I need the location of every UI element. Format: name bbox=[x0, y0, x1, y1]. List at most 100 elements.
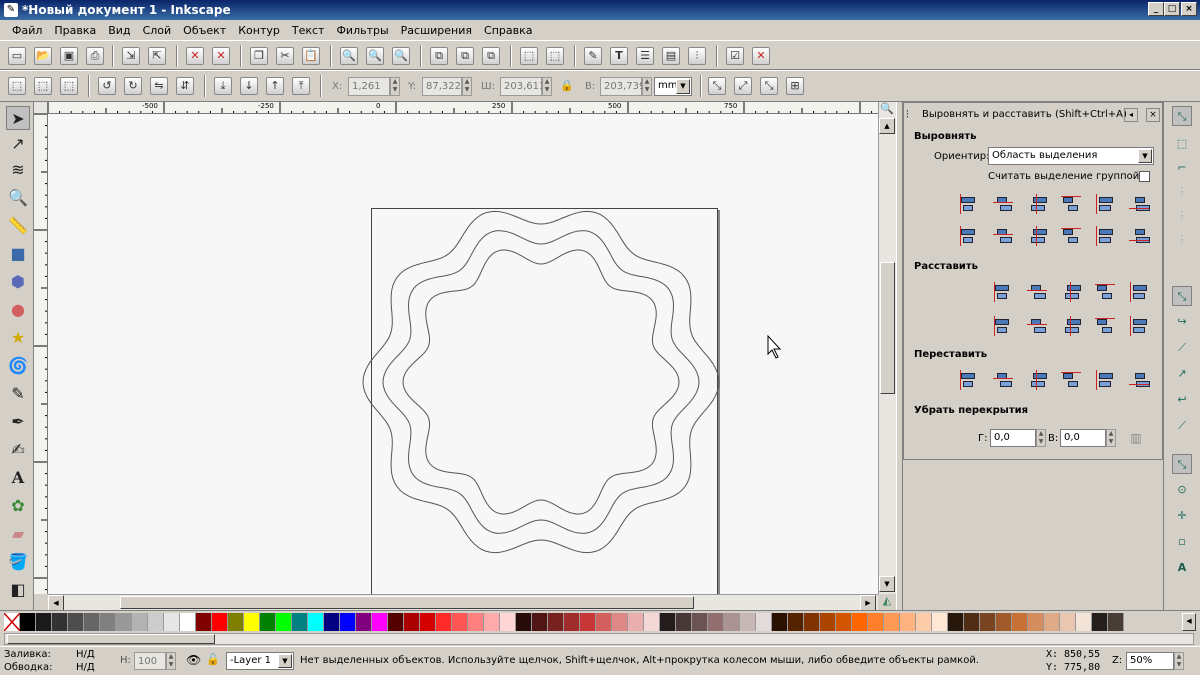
star-tool-icon[interactable]: ★ bbox=[6, 326, 30, 350]
eraser-tool-icon[interactable]: ▰ bbox=[6, 522, 30, 546]
distribute-1-icon[interactable] bbox=[990, 279, 1014, 303]
zoom-tool-icon[interactable]: 🔍 bbox=[6, 186, 30, 210]
horizontal-scrollbar[interactable]: ◀ ▶ bbox=[48, 594, 878, 611]
h-gap-spin[interactable]: ▲ ▼ bbox=[1036, 429, 1046, 447]
snap-midpoint-icon[interactable]: ⟋ bbox=[1172, 416, 1192, 436]
color-swatch[interactable] bbox=[196, 613, 212, 631]
drawing-canvas[interactable] bbox=[48, 114, 878, 594]
rearrange-6-icon[interactable] bbox=[1126, 367, 1150, 391]
rearrange-4-icon[interactable] bbox=[1058, 367, 1082, 391]
rotate-cw-icon[interactable]: ↻ bbox=[124, 77, 142, 95]
align-vertical-3-icon[interactable] bbox=[1024, 223, 1048, 247]
color-swatch[interactable] bbox=[1044, 613, 1060, 631]
x-spin-arrows[interactable]: ▲ ▼ bbox=[390, 77, 400, 96]
wavy-circle-path[interactable] bbox=[382, 230, 700, 534]
distribute-vertical-1-icon[interactable] bbox=[990, 313, 1014, 337]
color-manage-icon[interactable]: ◭ bbox=[878, 594, 896, 610]
color-swatch[interactable] bbox=[132, 613, 148, 631]
color-swatch[interactable] bbox=[804, 613, 820, 631]
color-swatch[interactable] bbox=[100, 613, 116, 631]
align-2-icon[interactable] bbox=[990, 191, 1014, 215]
color-swatch[interactable] bbox=[964, 613, 980, 631]
distribute-2-icon[interactable] bbox=[1024, 279, 1048, 303]
color-swatch[interactable] bbox=[564, 613, 580, 631]
color-swatch[interactable] bbox=[740, 613, 756, 631]
color-swatch[interactable] bbox=[724, 613, 740, 631]
color-swatch[interactable] bbox=[484, 613, 500, 631]
color-swatch[interactable] bbox=[932, 613, 948, 631]
calligraphy-tool-icon[interactable]: ✍ bbox=[6, 438, 30, 462]
cut-icon[interactable]: ✂ bbox=[276, 47, 294, 65]
color-swatch[interactable] bbox=[68, 613, 84, 631]
color-swatch[interactable] bbox=[1108, 613, 1124, 631]
color-swatch[interactable] bbox=[1028, 613, 1044, 631]
save-icon[interactable]: ▣ bbox=[60, 47, 78, 65]
color-swatch[interactable] bbox=[436, 613, 452, 631]
paint-bucket-tool-icon[interactable]: 🪣 bbox=[6, 550, 30, 574]
color-swatch[interactable] bbox=[996, 613, 1012, 631]
align-vertical-2-icon[interactable] bbox=[990, 223, 1014, 247]
text-font-icon[interactable]: T bbox=[610, 47, 628, 65]
color-swatch[interactable] bbox=[692, 613, 708, 631]
opacity-spin[interactable]: ▲ ▼ bbox=[166, 652, 176, 670]
width-spin-arrows[interactable]: ▲ ▼ bbox=[542, 77, 552, 96]
color-swatch[interactable] bbox=[468, 613, 484, 631]
layer-select[interactable]: -Layer 1 ▼ bbox=[226, 652, 294, 670]
unlink-clone-icon[interactable]: ⧉ bbox=[482, 47, 500, 65]
snap-bbox-edge-icon[interactable]: ⌐ bbox=[1172, 158, 1192, 178]
h-gap-input[interactable]: 0,0 bbox=[990, 429, 1036, 447]
palette-scroll-thumb[interactable] bbox=[7, 634, 215, 644]
align-6-icon[interactable] bbox=[1126, 191, 1150, 215]
color-swatch[interactable] bbox=[292, 613, 308, 631]
color-swatch[interactable] bbox=[244, 613, 260, 631]
zoom-spin[interactable]: ▲ ▼ bbox=[1174, 652, 1184, 670]
maximize-button[interactable]: □ bbox=[1164, 2, 1180, 16]
zoom-drawing-icon[interactable]: 🔍 bbox=[366, 47, 384, 65]
color-swatch[interactable] bbox=[388, 613, 404, 631]
relative-to-select[interactable]: Область выделения ▼ bbox=[988, 147, 1154, 165]
rotate-ccw-icon[interactable]: ↺ bbox=[98, 77, 116, 95]
raise-icon[interactable]: ↑ bbox=[266, 77, 284, 95]
snap-cusp-icon[interactable]: ↗ bbox=[1172, 364, 1192, 384]
xml-editor-icon[interactable]: ▤ bbox=[662, 47, 680, 65]
height-spin-arrows[interactable]: ▲ ▼ bbox=[642, 77, 652, 96]
layer-visibility-icon[interactable]: 👁 bbox=[186, 653, 201, 667]
menu-view[interactable]: Вид bbox=[102, 24, 136, 37]
color-swatch[interactable] bbox=[756, 613, 772, 631]
pencil-tool-icon[interactable]: ✎ bbox=[6, 382, 30, 406]
menu-object[interactable]: Объект bbox=[177, 24, 232, 37]
remove-overlaps-icon[interactable]: ▥ bbox=[1124, 425, 1148, 449]
color-swatch[interactable] bbox=[324, 613, 340, 631]
color-swatch[interactable] bbox=[20, 613, 36, 631]
menu-filters[interactable]: Фильтры bbox=[330, 24, 394, 37]
import-icon[interactable]: ⇲ bbox=[122, 47, 140, 65]
color-swatch[interactable] bbox=[884, 613, 900, 631]
export-icon[interactable]: ⇱ bbox=[148, 47, 166, 65]
measure-tool-icon[interactable]: 📏 bbox=[6, 214, 30, 238]
menu-help[interactable]: Справка bbox=[478, 24, 538, 37]
selector-tool-icon[interactable]: ➤ bbox=[6, 106, 30, 130]
tweak-tool-icon[interactable]: ≋ bbox=[6, 158, 30, 182]
color-swatch[interactable] bbox=[260, 613, 276, 631]
raise-top-icon[interactable]: ⤒ bbox=[292, 77, 310, 95]
color-swatch[interactable] bbox=[628, 613, 644, 631]
distribute-5-icon[interactable] bbox=[1126, 279, 1150, 303]
rectangle-tool-icon[interactable]: ■ bbox=[6, 242, 30, 266]
spiral-tool-icon[interactable]: 🌀 bbox=[6, 354, 30, 378]
color-swatch[interactable] bbox=[596, 613, 612, 631]
snap-others-icon[interactable]: ⤡ bbox=[1172, 454, 1192, 474]
rearrange-2-icon[interactable] bbox=[990, 367, 1014, 391]
copy-icon[interactable]: ❐ bbox=[250, 47, 268, 65]
vertical-scrollbar[interactable]: 🔍 ▲ ▼ bbox=[878, 102, 896, 594]
scroll-left-button[interactable]: ◀ bbox=[48, 595, 64, 611]
color-swatch[interactable] bbox=[420, 613, 436, 631]
horizontal-scroll-thumb[interactable] bbox=[120, 596, 694, 609]
minimize-button[interactable]: _ bbox=[1148, 2, 1164, 16]
panel-iconify-button[interactable]: ◂ bbox=[1124, 108, 1138, 122]
snap-bbox-icon[interactable]: ⬚ bbox=[1172, 134, 1192, 154]
menu-edit[interactable]: Правка bbox=[48, 24, 102, 37]
dock-handle[interactable] bbox=[896, 102, 903, 610]
align-3-icon[interactable] bbox=[1024, 191, 1048, 215]
color-swatch[interactable] bbox=[180, 613, 196, 631]
snap-bbox-corner-icon[interactable]: ⋮ bbox=[1172, 182, 1192, 202]
